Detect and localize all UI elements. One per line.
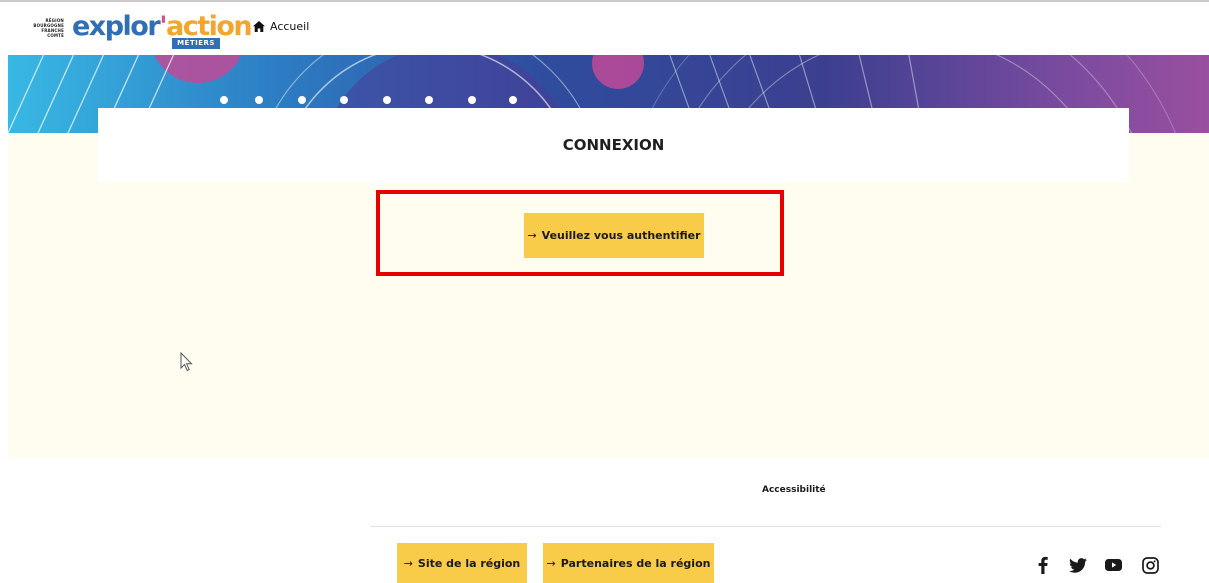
twitter-icon[interactable] <box>1068 555 1088 575</box>
region-logo[interactable]: RÉGION BOURGOGNE FRANCHE COMTÉ <box>20 16 64 40</box>
authenticate-button-label: Veuillez vous authentifier <box>541 229 701 242</box>
explor-action-logo[interactable]: explor'action MÉTIERS <box>72 11 253 49</box>
home-icon <box>253 21 265 32</box>
page-title: CONNEXION <box>562 136 665 154</box>
brand-subtitle: MÉTIERS <box>172 38 220 49</box>
region-site-button[interactable]: → Site de la région <box>397 543 527 583</box>
site-header: RÉGION BOURGOGNE FRANCHE COMTÉ explor'ac… <box>0 2 1209 54</box>
home-link[interactable]: Accueil <box>253 20 309 33</box>
arrow-right-icon: → <box>527 229 537 242</box>
region-site-button-label: Site de la région <box>417 556 521 570</box>
mouse-cursor-icon <box>180 352 193 372</box>
youtube-icon[interactable] <box>1103 555 1123 575</box>
arrow-right-icon: → <box>546 556 556 570</box>
region-partners-button-label: Partenaires de la région <box>560 556 711 570</box>
authenticate-button[interactable]: → Veuillez vous authentifier <box>524 213 704 258</box>
arrow-right-icon: → <box>403 556 413 570</box>
facebook-icon[interactable] <box>1033 555 1053 575</box>
instagram-icon[interactable] <box>1140 555 1160 575</box>
region-partners-button[interactable]: → Partenaires de la région <box>543 543 714 583</box>
home-link-label: Accueil <box>270 20 310 33</box>
footer-divider <box>371 526 1161 527</box>
accessibility-link[interactable]: Accessibilité <box>762 485 826 495</box>
login-card: CONNEXION <box>98 108 1129 182</box>
